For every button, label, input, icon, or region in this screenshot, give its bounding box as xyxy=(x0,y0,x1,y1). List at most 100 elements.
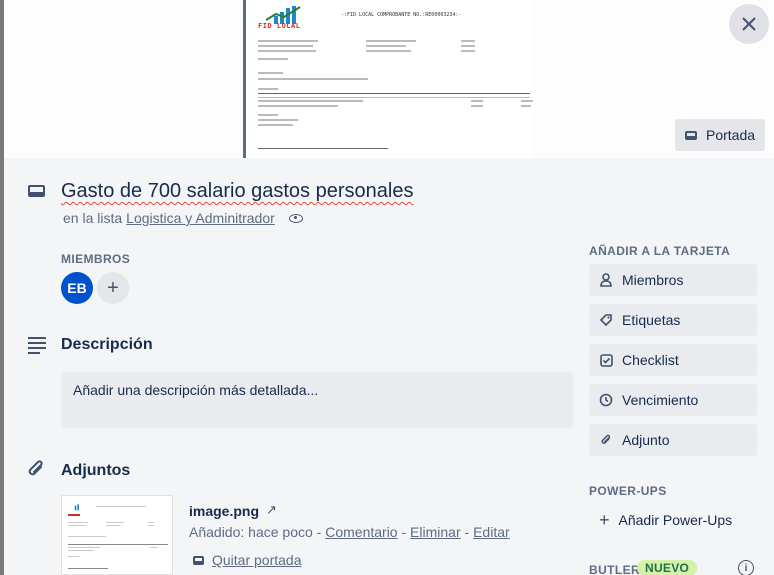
thumb-line xyxy=(96,506,146,507)
description-input[interactable]: Añadir una descripción más detallada... xyxy=(61,372,573,428)
doc-row xyxy=(366,50,411,52)
doc-row xyxy=(258,119,298,121)
card-icon xyxy=(28,185,45,197)
thumb-line xyxy=(68,522,88,523)
thumb-line xyxy=(68,514,80,516)
doc-row xyxy=(521,105,531,107)
cover-document-image: FID LOCAL -:FID LOCAL COMPROBANTE NO.:RE… xyxy=(243,0,533,158)
thumb-line xyxy=(106,525,120,526)
description-icon xyxy=(28,337,46,354)
thumb-line xyxy=(68,525,86,526)
avatar[interactable]: EB xyxy=(61,272,93,304)
remove-cover-link[interactable]: Quitar portada xyxy=(212,552,302,568)
card-cover[interactable]: FID LOCAL -:FID LOCAL COMPROBANTE NO.:RE… xyxy=(4,0,774,158)
delete-link[interactable]: Eliminar xyxy=(410,524,461,540)
thumb-line xyxy=(68,550,94,551)
plus-icon: + xyxy=(107,276,119,299)
doc-row xyxy=(258,72,283,74)
add-member-button[interactable]: + xyxy=(97,272,129,304)
edit-link[interactable]: Editar xyxy=(473,524,510,540)
clock-icon xyxy=(599,393,613,407)
description-title: Descripción xyxy=(61,336,153,353)
members-label: MIEMBROS xyxy=(61,252,131,266)
sidebar-members-button[interactable]: Miembros xyxy=(589,264,757,296)
doc-row xyxy=(258,58,288,60)
thumb-line xyxy=(68,556,80,557)
person-icon xyxy=(599,273,613,287)
sidebar-due-date-button[interactable]: Vencimiento xyxy=(589,384,757,416)
in-list-prefix: en la lista xyxy=(63,210,123,226)
thumb-line xyxy=(106,522,124,523)
doc-signature-line xyxy=(258,148,388,149)
sidebar-checklist-label: Checklist xyxy=(622,352,679,368)
thumb-line xyxy=(68,547,100,548)
doc-row xyxy=(258,50,316,52)
card-cover-icon xyxy=(685,130,697,140)
paperclip-icon xyxy=(28,460,43,476)
plus-icon: + xyxy=(599,509,610,530)
doc-row xyxy=(366,45,406,47)
sidebar-attachment-label: Adjunto xyxy=(622,432,670,448)
cover-button[interactable]: Portada xyxy=(675,119,765,151)
doc-row xyxy=(258,114,278,116)
sidebar-due-date-label: Vencimiento xyxy=(622,392,699,408)
doc-row xyxy=(366,40,416,42)
logo-icon xyxy=(74,504,79,511)
paperclip-icon xyxy=(599,433,613,447)
close-button[interactable] xyxy=(729,4,769,44)
close-icon xyxy=(742,17,756,31)
thumb-line xyxy=(68,568,108,569)
add-to-card-label: AÑADIR A LA TARJETA xyxy=(589,244,731,258)
doc-row xyxy=(258,45,313,47)
sidebar-labels-button[interactable]: Etiquetas xyxy=(589,304,757,336)
doc-row xyxy=(258,40,318,42)
card-detail-modal: FID LOCAL -:FID LOCAL COMPROBANTE NO.:RE… xyxy=(4,0,774,575)
thumb-line xyxy=(68,544,168,545)
thumb-line xyxy=(68,536,106,537)
attachment-thumbnail[interactable] xyxy=(61,495,173,575)
eye-icon[interactable] xyxy=(288,213,303,223)
attachment-added: Añadido: hace poco xyxy=(189,524,313,540)
sidebar-labels-label: Etiquetas xyxy=(622,312,681,328)
sidebar-attachment-button[interactable]: Adjunto xyxy=(589,424,757,456)
doc-header-text: -:FID LOCAL COMPROBANTE NO.:RE00003234:- xyxy=(341,12,462,18)
card-list-info: en la lista Logistica y Adminitrador xyxy=(63,210,303,226)
doc-row xyxy=(521,100,533,102)
add-powerups-label: Añadir Power-Ups xyxy=(618,512,733,528)
add-powerups-button[interactable]: + Añadir Power-Ups xyxy=(589,504,757,536)
thumb-line xyxy=(148,522,154,523)
doc-row xyxy=(258,88,278,90)
external-link-icon[interactable]: ↗ xyxy=(266,502,277,518)
sidebar-members-label: Miembros xyxy=(622,272,684,288)
doc-row xyxy=(258,100,363,102)
comment-link[interactable]: Comentario xyxy=(325,524,397,540)
butler-label: BUTLER xyxy=(589,563,641,575)
doc-logo-text: FID LOCAL xyxy=(258,22,301,30)
doc-row xyxy=(258,124,293,126)
thumb-line xyxy=(150,547,158,548)
doc-row xyxy=(258,105,338,107)
card-title[interactable]: Gasto de 700 salario gastos personales xyxy=(61,180,413,203)
doc-row xyxy=(471,105,483,107)
powerups-label: POWER-UPS xyxy=(589,484,667,498)
doc-divider xyxy=(258,93,530,94)
new-badge: NUEVO xyxy=(637,560,698,575)
thumb-line xyxy=(148,525,154,526)
doc-row xyxy=(461,50,475,52)
doc-row xyxy=(461,40,475,42)
doc-row xyxy=(258,78,368,80)
doc-row xyxy=(258,97,530,98)
sidebar-checklist-button[interactable]: Checklist xyxy=(589,344,757,376)
attachment-name: image.png xyxy=(189,503,260,519)
tag-icon xyxy=(599,313,613,327)
attachments-title: Adjuntos xyxy=(61,462,131,479)
checkbox-icon xyxy=(599,353,613,367)
list-name-link[interactable]: Logistica y Adminitrador xyxy=(126,210,275,226)
cover-button-label: Portada xyxy=(706,127,756,143)
attachment-meta: Añadido: hace poco - Comentario - Elimin… xyxy=(189,524,510,540)
info-icon[interactable]: i xyxy=(738,560,754,575)
doc-row xyxy=(461,45,475,47)
doc-row xyxy=(471,100,483,102)
card-cover-icon xyxy=(193,555,204,565)
remove-cover-action[interactable]: Quitar portada xyxy=(193,552,302,568)
